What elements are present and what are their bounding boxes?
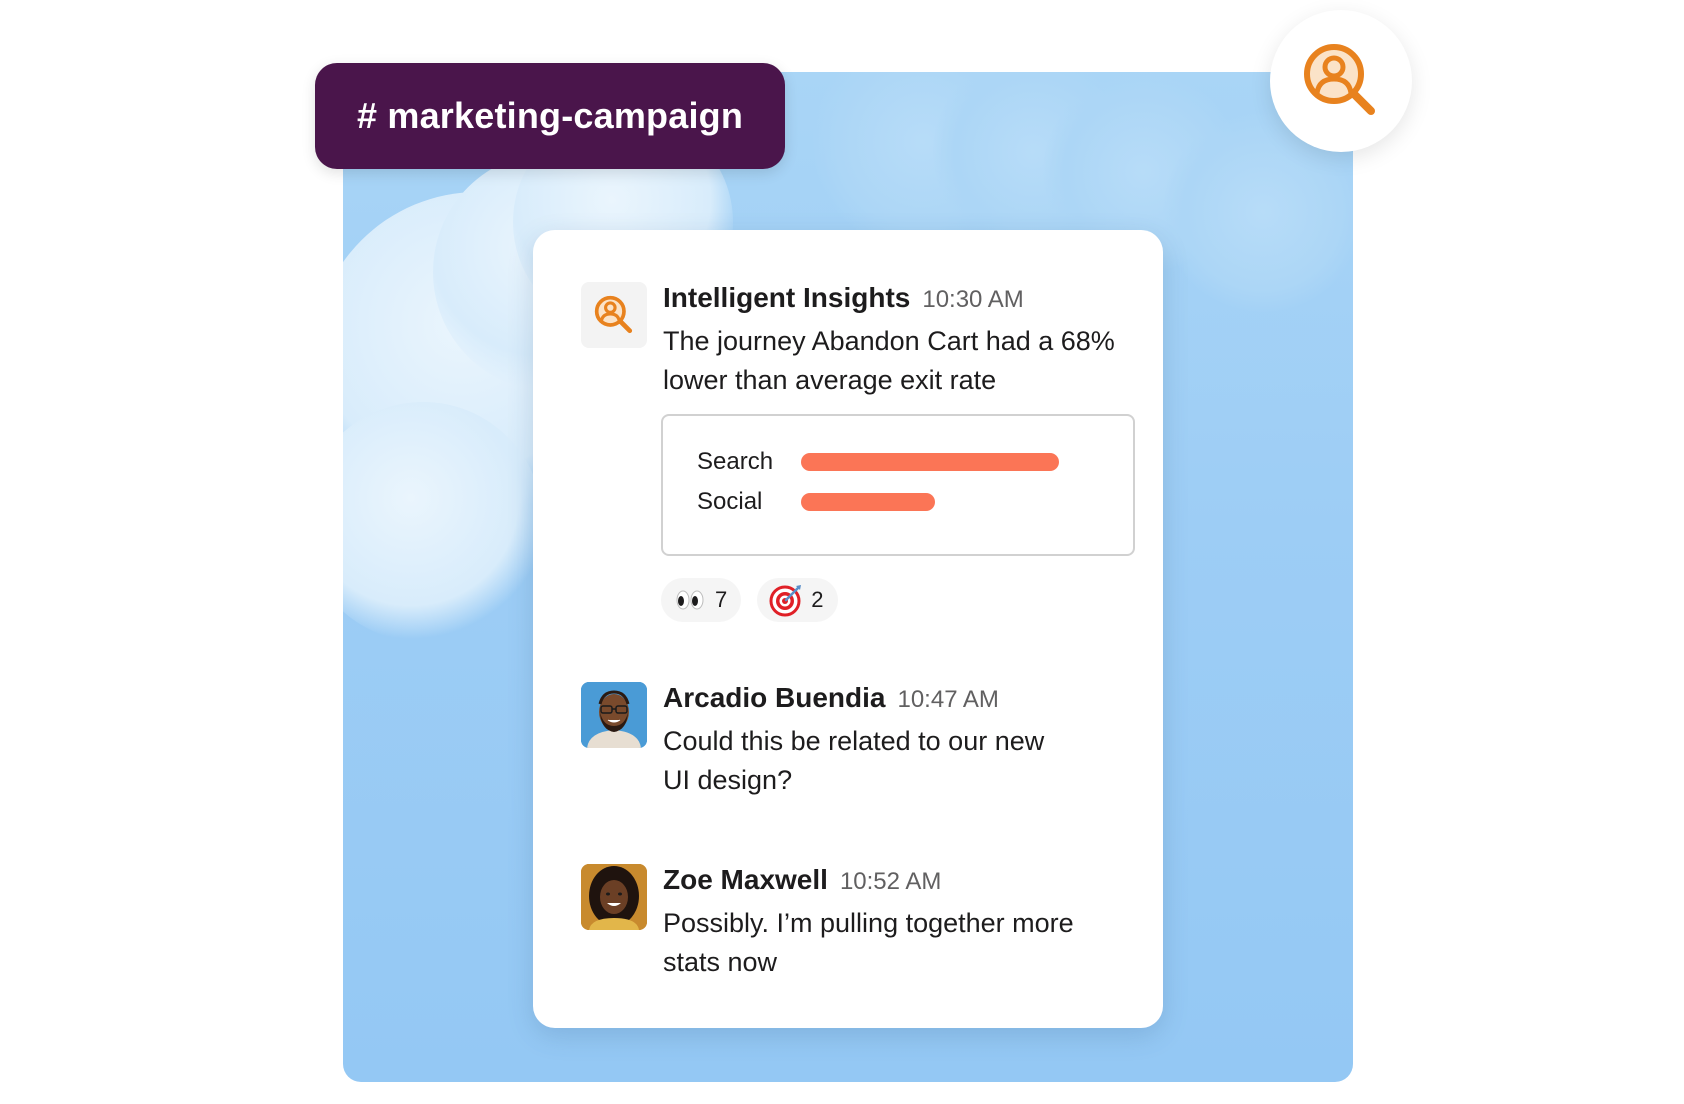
- chart-row: Social: [697, 484, 1097, 520]
- chart-attachment[interactable]: Search Social: [661, 414, 1135, 556]
- message-header: Intelligent Insights 10:30 AM: [663, 282, 1133, 322]
- insights-badge: [1270, 10, 1412, 152]
- chart-category-label: Search: [697, 448, 774, 475]
- target-icon: [769, 585, 802, 617]
- reaction-direct-hit[interactable]: 2: [757, 578, 838, 622]
- reactions-bar: 7 2: [661, 578, 838, 622]
- eyes-icon: [676, 590, 704, 610]
- man-portrait-image: [581, 682, 647, 748]
- message-body: Zoe Maxwell 10:52 AM Possibly. I’m pulli…: [663, 864, 1133, 982]
- message-text: Could this be related to our new UI desi…: [663, 726, 1045, 795]
- chart-category-label: Social: [697, 488, 763, 515]
- message-header: Arcadio Buendia 10:47 AM: [663, 682, 1133, 722]
- sender-name[interactable]: Arcadio Buendia: [663, 682, 885, 714]
- sender-name[interactable]: Zoe Maxwell: [663, 864, 828, 896]
- reaction-count: 2: [811, 587, 824, 612]
- person-magnifier-icon: [594, 295, 633, 334]
- avatar[interactable]: [581, 864, 647, 930]
- message-body: Intelligent Insights 10:30 AM The journe…: [663, 282, 1133, 400]
- sender-name[interactable]: Intelligent Insights: [663, 282, 910, 314]
- avatar[interactable]: [581, 682, 647, 748]
- message-body: Arcadio Buendia 10:47 AM Could this be r…: [663, 682, 1133, 800]
- message-header: Zoe Maxwell 10:52 AM: [663, 864, 1133, 904]
- channel-name: # marketing-campaign: [356, 95, 744, 136]
- chart-bar-social: [801, 493, 936, 511]
- timestamp[interactable]: 10:30 AM: [922, 286, 1023, 314]
- channel-name-pill[interactable]: # marketing-campaign: [315, 63, 785, 169]
- reaction-eyes[interactable]: 7: [661, 578, 742, 622]
- bot-avatar[interactable]: [581, 282, 647, 348]
- timestamp[interactable]: 10:52 AM: [840, 868, 941, 896]
- reaction-count: 7: [715, 587, 728, 612]
- bar-track: [801, 453, 1097, 471]
- bar-track: [801, 493, 1097, 511]
- timestamp[interactable]: 10:47 AM: [897, 686, 998, 714]
- message-card: Intelligent Insights 10:30 AM The journe…: [533, 230, 1163, 1028]
- message-text: Possibly. I’m pulling together more stat…: [663, 908, 1074, 977]
- message-text: The journey Abandon Cart had a 68% lower…: [663, 326, 1115, 395]
- woman-portrait-image: [581, 864, 647, 930]
- chart-bar-search: [801, 453, 1060, 471]
- person-magnifier-icon: [1304, 44, 1375, 115]
- chart-row: Search: [697, 444, 1097, 480]
